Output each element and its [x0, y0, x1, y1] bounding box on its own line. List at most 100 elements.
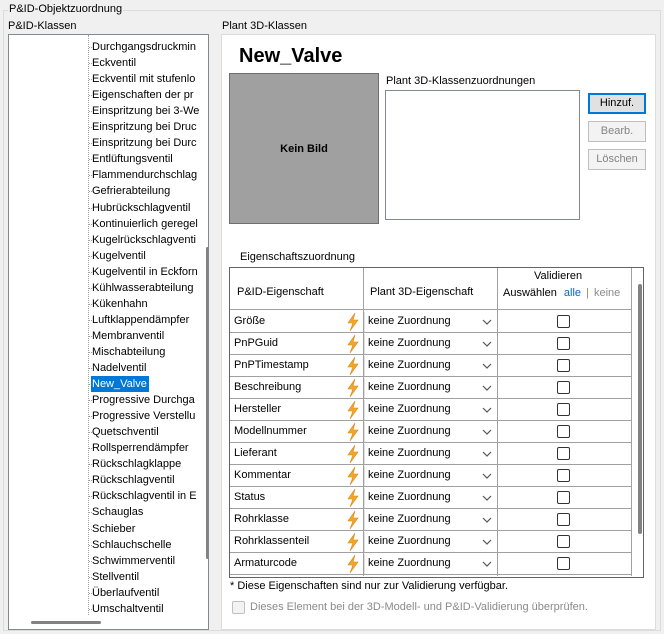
tree-item[interactable]: Eigenschaften der pr — [91, 87, 196, 103]
pid-property-name: PnPGuid — [234, 337, 279, 349]
validate-checkbox[interactable] — [557, 425, 570, 438]
select-separator: | — [586, 287, 589, 299]
validate-checkbox[interactable] — [557, 491, 570, 504]
plant-property-dropdown[interactable]: keine Zuordnung — [364, 488, 497, 508]
header-plant-property: Plant 3D-Eigenschaft — [370, 286, 474, 298]
lightning-icon[interactable] — [345, 532, 361, 552]
tree-item[interactable]: Einspritzung bei Druc — [91, 119, 199, 135]
tree-item[interactable]: Schieber — [91, 521, 137, 537]
tree-item[interactable]: Einspritzung bei Durc — [91, 135, 199, 151]
tree-item[interactable]: Rückschlagventil — [91, 472, 177, 488]
tree-item[interactable]: Kugelventil in Eckforn — [91, 264, 200, 280]
validate-checkbox[interactable] — [557, 447, 570, 460]
tree-item[interactable]: Hubrückschlagventil — [91, 200, 192, 216]
tree-item[interactable]: Einspritzung bei 3-We — [91, 103, 201, 119]
tree-item[interactable]: Überlaufventil — [91, 585, 161, 601]
lightning-icon[interactable] — [345, 400, 361, 420]
tree-item[interactable]: Schwimmerventil — [91, 553, 177, 569]
lightning-icon[interactable] — [345, 554, 361, 574]
validate-checkbox[interactable] — [557, 557, 570, 570]
tree-item[interactable]: Mischabteilung — [91, 344, 167, 360]
validate-checkbox[interactable] — [557, 315, 570, 328]
tree-item[interactable]: Flammendurchschlag — [91, 167, 199, 183]
dropdown-value: keine Zuordnung — [368, 381, 451, 393]
tree-item[interactable]: Schauglas — [91, 504, 145, 520]
edit-button[interactable]: Bearb. — [588, 121, 646, 142]
tree-item[interactable]: Eckventil — [91, 55, 138, 71]
tree-item[interactable]: Durchgangsdruckmin — [91, 39, 198, 55]
validate-checkbox[interactable] — [557, 381, 570, 394]
tree-item[interactable]: Kühlwasserabteilung — [91, 280, 196, 296]
pid-classes-label: P&ID-Klassen — [8, 20, 77, 32]
pid-property-name: PnPTimestamp — [234, 359, 309, 371]
validate-checkbox[interactable] — [557, 513, 570, 526]
plant-property-dropdown[interactable]: keine Zuordnung — [364, 532, 497, 552]
lightning-icon[interactable] — [345, 378, 361, 398]
lightning-icon[interactable] — [345, 422, 361, 442]
validate-checkbox[interactable] — [557, 535, 570, 548]
validate-checkbox[interactable] — [557, 469, 570, 482]
class-title: New_Valve — [239, 45, 343, 67]
lightning-icon[interactable] — [345, 356, 361, 376]
plant-property-dropdown[interactable]: keine Zuordnung — [364, 378, 497, 398]
tree-item[interactable]: Nadelventil — [91, 360, 148, 376]
property-mapping-grid: P&ID-Eigenschaft Plant 3D-Eigenschaft Va… — [229, 267, 644, 578]
validate-element-checkbox[interactable] — [232, 601, 245, 614]
tree-item[interactable]: Quetschventil — [91, 424, 161, 440]
validate-checkbox[interactable] — [557, 359, 570, 372]
tree-item[interactable]: Rückschlagklappe — [91, 456, 183, 472]
property-row: Status keine Zuordnung — [230, 487, 631, 509]
tree-item[interactable]: Progressive Durchga — [91, 392, 197, 408]
plant-property-dropdown[interactable]: keine Zuordnung — [364, 422, 497, 442]
lightning-icon[interactable] — [345, 312, 361, 332]
tree-item[interactable]: Stellventil — [91, 569, 141, 585]
tree-item[interactable]: Kugelrückschlagventi — [91, 232, 198, 248]
plant-property-dropdown[interactable]: keine Zuordnung — [364, 466, 497, 486]
tree-horizontal-scrollbar[interactable] — [31, 621, 101, 624]
header-select: Auswählen — [503, 287, 557, 299]
tree-item[interactable]: Rollsperrendämpfer — [91, 440, 191, 456]
grid-vertical-scrollbar[interactable] — [638, 284, 642, 534]
pid-property-name: Größe — [234, 315, 266, 327]
property-row: PnPTimestamp keine Zuordnung — [230, 355, 631, 377]
pid-class-tree[interactable]: Durchgangsdruckmin Eckventil Eckventil mit… — [8, 34, 209, 630]
plant-property-dropdown[interactable]: keine Zuordnung — [364, 444, 497, 464]
tree-vertical-scrollbar[interactable] — [206, 247, 208, 559]
plant-property-dropdown[interactable]: keine Zuordnung — [364, 554, 497, 574]
tree-item[interactable]: Luftklappendämpfer — [91, 312, 191, 328]
validate-checkbox[interactable] — [557, 337, 570, 350]
tree-item[interactable]: Kükenhahn — [91, 296, 150, 312]
tree-item[interactable]: Kugelventil — [91, 248, 148, 264]
tree-item[interactable]: Kontinuierlich geregel — [91, 216, 200, 232]
validate-checkbox[interactable] — [557, 403, 570, 416]
plant-property-dropdown[interactable]: keine Zuordnung — [364, 312, 497, 332]
tree-item[interactable]: Membranventil — [91, 328, 166, 344]
tree-item[interactable]: Gefrierabteilung — [91, 183, 172, 199]
lightning-icon[interactable] — [345, 466, 361, 486]
lightning-icon[interactable] — [345, 334, 361, 354]
tree-item[interactable]: Entlüftungsventil — [91, 151, 175, 167]
tree-item[interactable]: Umschaltventil — [91, 601, 166, 617]
delete-button[interactable]: Löschen — [588, 149, 646, 170]
lightning-icon[interactable] — [345, 444, 361, 464]
chevron-down-icon — [481, 361, 493, 371]
tree-item[interactable]: Progressive Verstellu — [91, 408, 197, 424]
lightning-icon[interactable] — [345, 510, 361, 530]
lightning-icon[interactable] — [345, 488, 361, 508]
add-button[interactable]: Hinzuf. — [588, 93, 646, 114]
header-select-row: Auswählen alle | keine — [503, 287, 620, 300]
tree-item[interactable]: Schlauchschelle — [91, 537, 174, 553]
class-assignments-list[interactable] — [385, 90, 580, 220]
plant-property-dropdown[interactable]: keine Zuordnung — [364, 400, 497, 420]
plant-property-dropdown[interactable]: keine Zuordnung — [364, 356, 497, 376]
header-validate: Validieren — [534, 270, 583, 282]
select-none-link[interactable]: keine — [594, 287, 620, 299]
dropdown-value: keine Zuordnung — [368, 535, 451, 547]
plant-property-dropdown[interactable]: keine Zuordnung — [364, 510, 497, 530]
tree-item[interactable]: Rückschlagventil in E — [91, 488, 199, 504]
tree-item[interactable]: Eckventil mit stufenlo — [91, 71, 197, 87]
plant-property-dropdown[interactable]: keine Zuordnung — [364, 334, 497, 354]
pid-property-name: Rohrklasse — [234, 513, 290, 525]
tree-item[interactable]: New_Valve — [91, 376, 149, 392]
select-all-link[interactable]: alle — [564, 287, 581, 299]
